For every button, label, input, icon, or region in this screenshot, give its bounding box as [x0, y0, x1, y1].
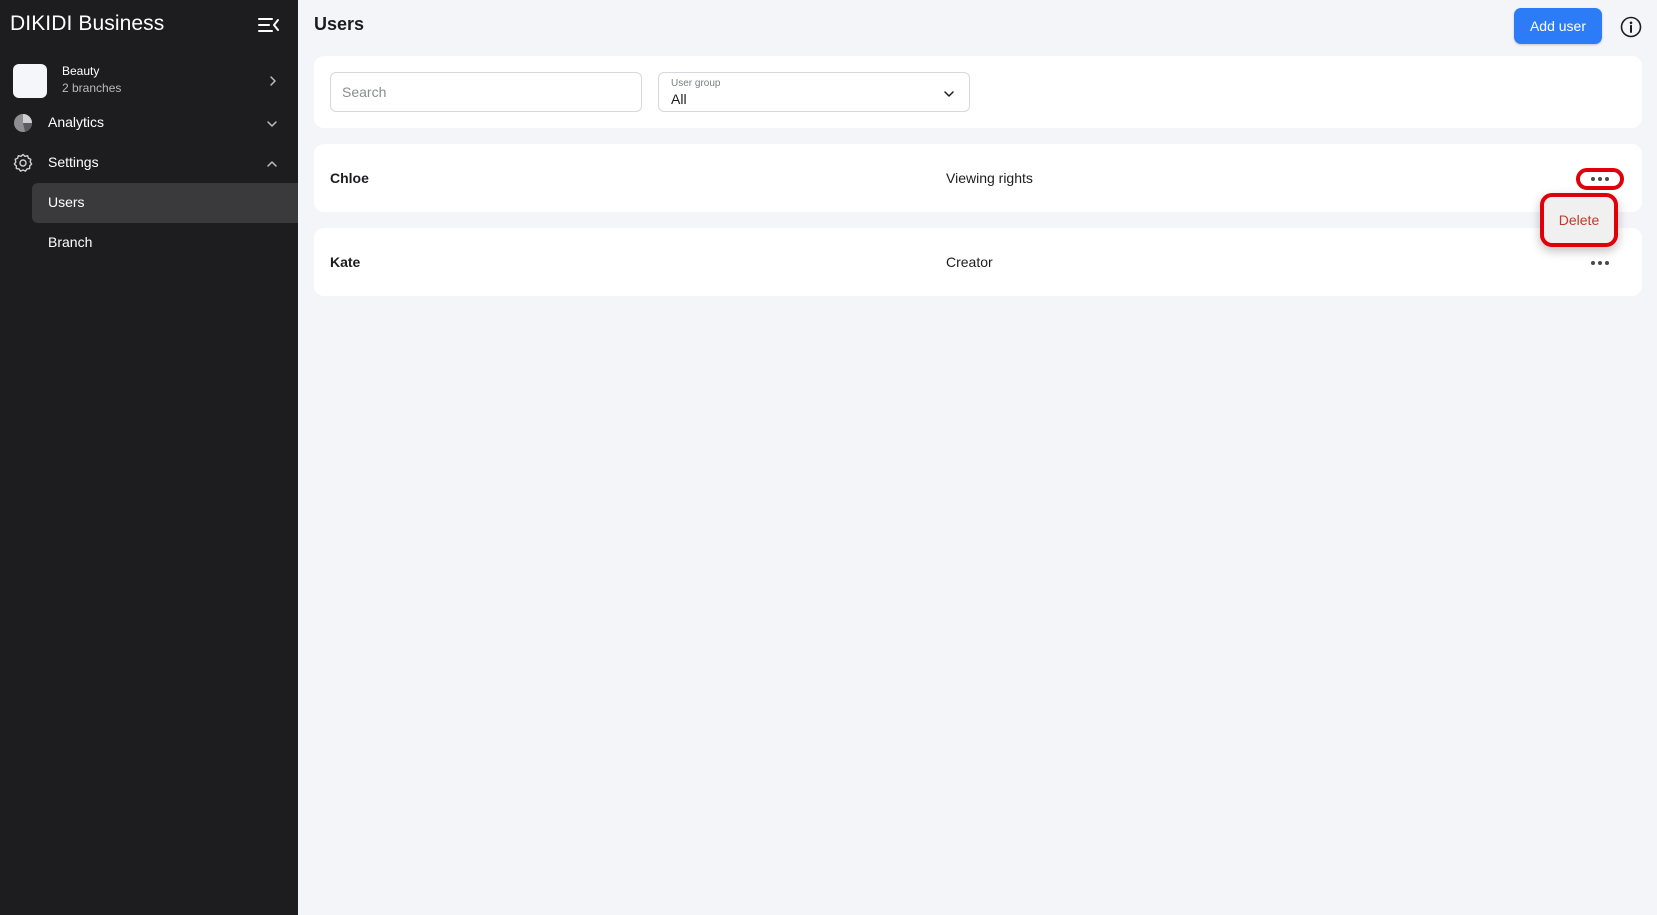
branch-count: 2 branches — [62, 81, 122, 95]
branch-selector[interactable]: Beauty 2 branches — [0, 58, 298, 102]
table-row: Chloe Viewing rights — [314, 144, 1642, 212]
ellipsis-icon — [1591, 177, 1609, 181]
user-role: Creator — [946, 254, 993, 270]
chevron-up-icon — [266, 157, 278, 169]
more-options-button[interactable] — [1580, 250, 1620, 276]
delete-menu-item[interactable]: Delete — [1540, 193, 1618, 247]
page-title: Users — [314, 14, 365, 34]
info-icon[interactable] — [1620, 16, 1642, 38]
ellipsis-icon — [1591, 261, 1609, 265]
user-group-select[interactable]: User group All — [658, 72, 970, 112]
more-options-button[interactable] — [1576, 168, 1624, 190]
sidebar-item-label: Settings — [48, 154, 99, 170]
filter-panel: User group All — [314, 56, 1642, 128]
user-name: Chloe — [330, 170, 369, 186]
pie-chart-icon — [13, 113, 33, 133]
gear-icon — [13, 153, 33, 173]
sidebar-subitem-label: Branch — [48, 234, 93, 250]
user-group-value: All — [671, 91, 687, 107]
brand-title: DIKIDI Business — [10, 12, 165, 35]
delete-label: Delete — [1558, 212, 1600, 228]
branch-avatar — [13, 64, 47, 98]
sidebar: DIKIDI Business Beauty 2 branches Analyt… — [0, 0, 298, 915]
sidebar-item-label: Analytics — [48, 114, 105, 130]
chevron-down-icon — [943, 87, 955, 99]
branch-name: Beauty — [62, 64, 100, 78]
sidebar-subitem-users[interactable]: Users — [32, 183, 298, 223]
sidebar-item-analytics[interactable]: Analytics — [0, 103, 298, 143]
sidebar-item-settings[interactable]: Settings — [0, 143, 298, 183]
user-role: Viewing rights — [946, 170, 1033, 186]
chevron-right-icon — [268, 74, 278, 86]
chevron-down-icon — [266, 117, 278, 129]
sidebar-subitem-label: Users — [48, 194, 85, 210]
user-group-caption: User group — [671, 78, 721, 89]
sidebar-subitem-branch[interactable]: Branch — [32, 223, 298, 263]
user-name: Kate — [330, 254, 361, 270]
add-user-button[interactable]: Add user — [1514, 8, 1602, 44]
search-input[interactable] — [330, 72, 642, 112]
table-row: Kate Creator — [314, 228, 1642, 296]
collapse-sidebar-icon[interactable] — [258, 16, 280, 34]
